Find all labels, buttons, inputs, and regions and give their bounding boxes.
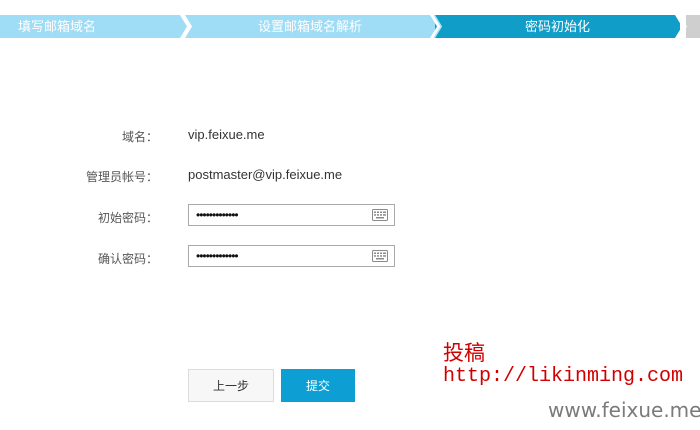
chevron-right-icon — [430, 15, 442, 38]
confirm-password-value: ••••••••••••• — [196, 249, 239, 263]
step-label-set-dns: 设置邮箱域名解析 — [257, 19, 362, 34]
init-password-value: ••••••••••••• — [196, 208, 239, 222]
step-label-fill-domain: 填写邮箱域名 — [18, 19, 97, 34]
watermark-url: http://likinming.com — [443, 365, 684, 388]
previous-step-button[interactable]: 上一步 — [188, 369, 274, 402]
init-password-label: 初始密码： — [97, 211, 158, 225]
chevron-right-icon — [180, 15, 192, 38]
domain-label: 域名： — [121, 130, 158, 144]
step-set-dns: 设置邮箱域名解析 — [185, 15, 435, 38]
step-password-init: 密码初始化 — [435, 15, 680, 38]
keyboard-icon[interactable] — [372, 250, 388, 262]
domain-value: vip.feixue.me — [188, 127, 265, 142]
watermark-site: www.feixue.me — [548, 398, 700, 422]
keyboard-icon[interactable] — [372, 209, 388, 221]
step-progress-bar: 填写邮箱域名 设置邮箱域名解析 密码初始化 — [0, 15, 700, 38]
admin-account-label: 管理员帐号： — [85, 170, 158, 184]
admin-account-value: postmaster@vip.feixue.me — [188, 167, 343, 182]
watermark-title: 投稿 — [443, 341, 485, 365]
init-password-field[interactable]: ••••••••••••• — [188, 204, 395, 226]
chevron-right-icon — [675, 15, 687, 38]
step-bar-end — [686, 15, 700, 38]
confirm-password-field[interactable]: ••••••••••••• — [188, 245, 395, 267]
submit-button[interactable]: 提交 — [281, 369, 355, 402]
step-label-password-init: 密码初始化 — [524, 19, 590, 34]
step-fill-domain: 填写邮箱域名 — [0, 15, 185, 38]
confirm-password-label: 确认密码： — [97, 252, 158, 266]
